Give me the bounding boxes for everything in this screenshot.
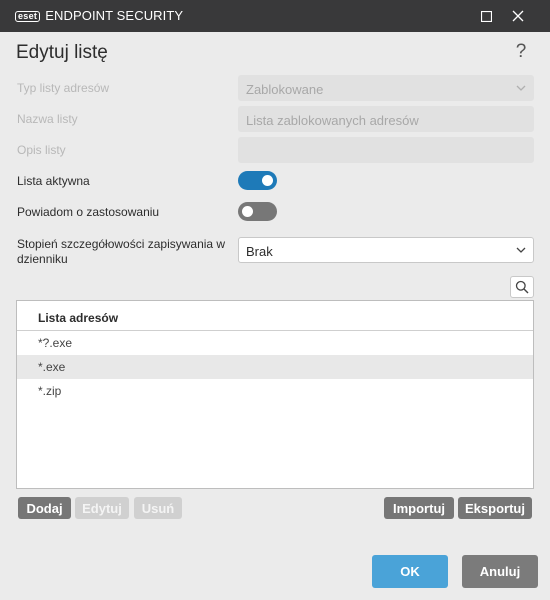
- list-description-field[interactable]: [238, 137, 534, 163]
- list-active-toggle[interactable]: [238, 171, 277, 190]
- list-name-label: Nazwa listy: [17, 112, 78, 126]
- logo-badge: eset: [15, 10, 41, 22]
- ok-button[interactable]: OK: [372, 555, 448, 588]
- log-verbosity-value: Brak: [246, 244, 273, 259]
- maximize-icon: [480, 10, 492, 22]
- eset-logo: eset ENDPOINT SECURITY: [15, 8, 184, 23]
- toggle-knob: [262, 175, 273, 186]
- close-button[interactable]: [501, 0, 535, 32]
- list-description-label: Opis listy: [17, 143, 66, 157]
- toggle-knob: [242, 206, 253, 217]
- table-row[interactable]: *?.exe: [17, 331, 533, 355]
- list-active-label: Lista aktywna: [17, 174, 90, 188]
- log-verbosity-select[interactable]: Brak: [238, 237, 534, 263]
- chevron-down-icon: [516, 247, 526, 253]
- table-row[interactable]: *.zip: [17, 379, 533, 403]
- maximize-button[interactable]: [469, 0, 503, 32]
- title-bar: eset ENDPOINT SECURITY: [0, 0, 550, 32]
- search-icon: [515, 280, 529, 294]
- address-list-table[interactable]: Lista adresów *?.exe *.exe *.zip: [16, 300, 534, 489]
- remove-button[interactable]: Usuń: [134, 497, 182, 519]
- chevron-down-icon: [516, 85, 526, 91]
- notify-on-apply-label: Powiadom o zastosowaniu: [17, 205, 160, 219]
- notify-on-apply-toggle[interactable]: [238, 202, 277, 221]
- cancel-button[interactable]: Anuluj: [462, 555, 538, 588]
- list-name-field[interactable]: Lista zablokowanych adresów: [238, 106, 534, 132]
- app-title: ENDPOINT SECURITY: [45, 8, 184, 23]
- list-type-select[interactable]: Zablokowane: [238, 75, 534, 101]
- help-icon[interactable]: ?: [510, 41, 532, 63]
- table-row[interactable]: *.exe: [17, 355, 533, 379]
- dialog-title: Edytuj listę: [16, 42, 108, 63]
- add-button[interactable]: Dodaj: [18, 497, 71, 519]
- import-button[interactable]: Importuj: [384, 497, 454, 519]
- search-button[interactable]: [510, 276, 534, 298]
- column-header-address-list[interactable]: Lista adresów: [17, 301, 533, 331]
- edit-button[interactable]: Edytuj: [75, 497, 129, 519]
- list-name-value: Lista zablokowanych adresów: [246, 113, 419, 128]
- list-type-value: Zablokowane: [246, 82, 324, 97]
- close-icon: [512, 10, 524, 22]
- log-verbosity-label: Stopień szczegółowości zapisywania w dzi…: [17, 237, 226, 266]
- export-button[interactable]: Eksportuj: [458, 497, 532, 519]
- list-type-label: Typ listy adresów: [17, 81, 110, 95]
